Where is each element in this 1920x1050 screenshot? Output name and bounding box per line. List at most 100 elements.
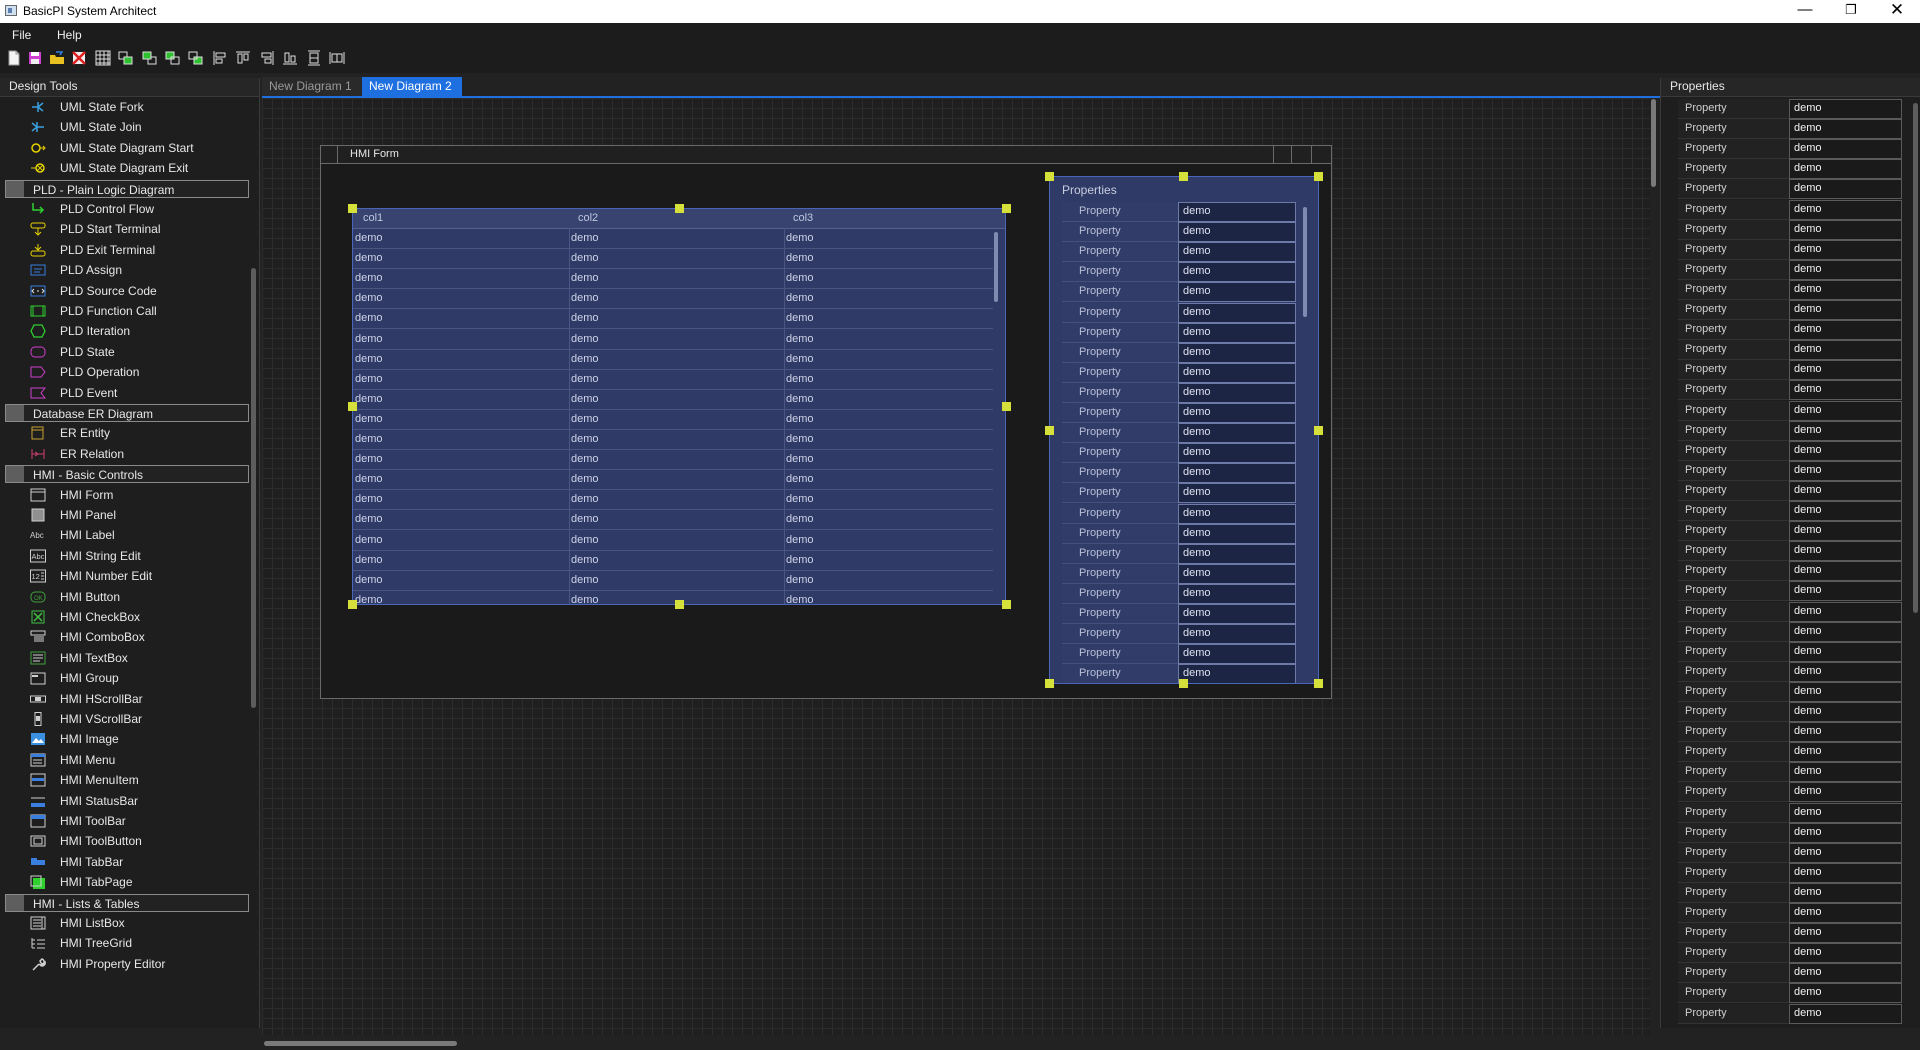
menu-help[interactable]: Help <box>57 28 82 42</box>
tool-item[interactable]: PLD Assign <box>0 260 250 280</box>
property-value-field[interactable]: demo <box>1789 702 1902 722</box>
grid-cell[interactable]: demo <box>786 393 814 405</box>
grid-cell[interactable]: demo <box>571 554 599 566</box>
selection-handle[interactable] <box>1002 600 1011 609</box>
grid-cell[interactable]: demo <box>355 554 383 566</box>
same-width-icon[interactable] <box>328 49 346 67</box>
property-value-field[interactable]: demo <box>1789 661 1902 682</box>
same-height-icon[interactable] <box>305 49 323 67</box>
hmi-form[interactable]: HMI Form col1 col2 col3 demo demo demo demo… <box>320 145 1332 699</box>
property-value-field[interactable]: demo <box>1178 563 1296 584</box>
grid-row[interactable]: demo demo demo <box>353 450 993 471</box>
property-value-field[interactable]: demo <box>1789 239 1902 260</box>
new-file-icon[interactable] <box>5 49 23 67</box>
grid-cell[interactable]: demo <box>355 353 383 365</box>
property-value-field[interactable]: demo <box>1789 159 1902 180</box>
grid-cell[interactable]: demo <box>786 574 814 586</box>
grid-cell[interactable]: demo <box>355 252 383 264</box>
tool-item[interactable]: PLD Exit Terminal <box>0 240 250 260</box>
selection-handle[interactable] <box>1314 172 1323 181</box>
grid-cell[interactable]: demo <box>571 312 599 324</box>
tool-item[interactable]: UML State Diagram Start <box>0 138 250 158</box>
grid-cell[interactable]: demo <box>786 473 814 485</box>
grid-cell[interactable]: demo <box>786 453 814 465</box>
property-value-field[interactable]: demo <box>1789 722 1902 743</box>
tool-item[interactable]: PLD Control Flow <box>0 199 250 219</box>
grid-row[interactable]: demo demo demo <box>353 551 993 571</box>
tool-item[interactable]: HMI Image <box>0 729 250 749</box>
property-value-field[interactable]: demo <box>1789 400 1902 421</box>
grid-cell[interactable]: demo <box>355 493 383 505</box>
canvas-horizontal-scrollbar[interactable] <box>264 1041 457 1046</box>
property-value-field[interactable]: demo <box>1789 923 1902 944</box>
grid-cell[interactable]: demo <box>355 574 383 586</box>
tool-item[interactable]: HMI Group <box>0 668 250 688</box>
property-value-field[interactable]: demo <box>1789 99 1902 119</box>
grid-row[interactable]: demo demo demo <box>353 289 993 310</box>
grid-row[interactable]: demo demo demo <box>353 229 993 249</box>
grid-cell[interactable]: demo <box>571 272 599 284</box>
property-value-field[interactable]: demo <box>1178 483 1296 504</box>
property-value-field[interactable]: demo <box>1178 282 1296 303</box>
tool-item[interactable]: HMI Menu <box>0 750 250 770</box>
grid-cell[interactable]: demo <box>571 393 599 405</box>
property-value-field[interactable]: demo <box>1178 463 1296 484</box>
grid-cell[interactable]: demo <box>786 272 814 284</box>
selection-handle[interactable] <box>1179 172 1188 181</box>
property-value-field[interactable]: demo <box>1178 262 1296 283</box>
property-panel-scrollbar[interactable] <box>1303 207 1307 317</box>
property-value-field[interactable]: demo <box>1789 541 1902 562</box>
tool-item[interactable]: Abc HMI String Edit <box>0 546 250 566</box>
selection-handle[interactable] <box>1179 679 1188 688</box>
align-top-icon[interactable] <box>234 49 252 67</box>
grid-cell[interactable]: demo <box>786 513 814 525</box>
properties-dock-scrollbar[interactable] <box>1913 103 1918 613</box>
tool-item[interactable]: PLD Event <box>0 383 250 403</box>
grid-cell[interactable]: demo <box>786 433 814 445</box>
hmi-form-titlebar[interactable]: HMI Form <box>321 146 1331 164</box>
selection-handle[interactable] <box>1314 679 1323 688</box>
design-tools-scrollbar[interactable] <box>251 268 256 708</box>
selection-handle[interactable] <box>348 402 357 411</box>
property-value-field[interactable]: demo <box>1789 903 1902 923</box>
selection-handle[interactable] <box>348 600 357 609</box>
save-icon[interactable] <box>26 49 44 67</box>
property-value-field[interactable]: demo <box>1789 420 1902 441</box>
property-value-field[interactable]: demo <box>1789 360 1902 381</box>
property-value-field[interactable]: demo <box>1178 222 1296 243</box>
grid-cell[interactable]: demo <box>571 353 599 365</box>
grid-row[interactable]: demo demo demo <box>353 309 993 330</box>
grid-cell[interactable]: demo <box>571 473 599 485</box>
tool-item[interactable]: Abc HMI Label <box>0 525 250 545</box>
property-value-field[interactable]: demo <box>1789 179 1902 200</box>
grid-cell[interactable]: demo <box>355 272 383 284</box>
close-diagram-icon[interactable] <box>70 49 88 67</box>
grid-row[interactable]: demo demo demo <box>353 249 993 270</box>
property-value-field[interactable]: demo <box>1178 644 1296 665</box>
grid-cell[interactable]: demo <box>355 433 383 445</box>
property-value-field[interactable]: demo <box>1178 543 1296 564</box>
property-value-field[interactable]: demo <box>1178 664 1296 683</box>
property-value-field[interactable]: demo <box>1789 983 1902 1004</box>
property-value-field[interactable]: demo <box>1178 322 1296 343</box>
selection-handle[interactable] <box>1002 402 1011 411</box>
grid-cell[interactable]: demo <box>355 473 383 485</box>
grid-cell[interactable]: demo <box>571 453 599 465</box>
grid-cell[interactable]: demo <box>786 534 814 546</box>
move-forward-icon[interactable] <box>164 49 182 67</box>
selection-handle[interactable] <box>675 204 684 213</box>
grid-cell[interactable]: demo <box>786 554 814 566</box>
hmi-grid-widget[interactable]: col1 col2 col3 demo demo demo demo demo demo d… <box>352 208 1006 605</box>
grid-cell[interactable]: demo <box>355 413 383 425</box>
property-value-field[interactable]: demo <box>1789 199 1902 220</box>
selection-handle[interactable] <box>348 204 357 213</box>
property-value-field[interactable]: demo <box>1789 561 1902 582</box>
property-value-field[interactable]: demo <box>1789 641 1902 662</box>
tool-category[interactable]: HMI - Basic Controls <box>5 465 249 484</box>
property-value-field[interactable]: demo <box>1789 340 1902 361</box>
property-value-field[interactable]: demo <box>1178 242 1296 263</box>
property-value-field[interactable]: demo <box>1789 440 1902 461</box>
selection-handle[interactable] <box>1045 172 1054 181</box>
grid-cell[interactable]: demo <box>786 333 814 345</box>
bring-to-front-icon[interactable] <box>117 49 135 67</box>
